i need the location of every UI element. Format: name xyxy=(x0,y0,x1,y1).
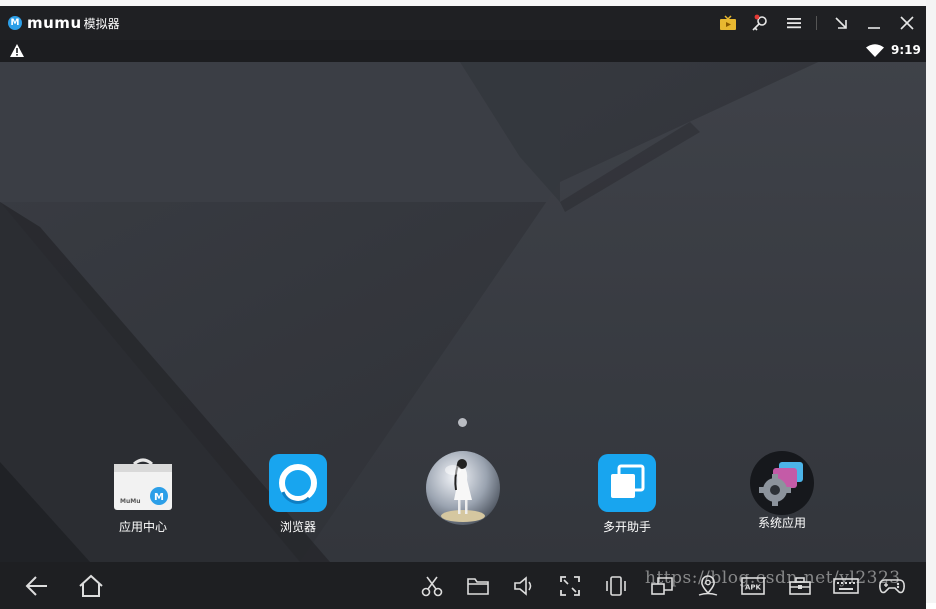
app-label: 多开助手 xyxy=(602,520,651,534)
app-name: mumu xyxy=(27,14,82,32)
shrink-icon[interactable] xyxy=(829,12,853,34)
key-icon[interactable] xyxy=(748,12,772,34)
svg-text:MuMu: MuMu xyxy=(120,498,140,505)
page-indicator-dot[interactable] xyxy=(458,418,467,427)
character-globe-icon xyxy=(424,450,502,528)
rotate-icon[interactable] xyxy=(602,573,630,599)
volume-icon[interactable] xyxy=(510,573,538,599)
wifi-icon xyxy=(866,44,884,57)
scissors-icon[interactable] xyxy=(418,573,446,599)
folder-icon[interactable] xyxy=(464,573,492,599)
app-character-globe[interactable] xyxy=(413,450,513,528)
home-icon[interactable] xyxy=(77,573,105,599)
minimize-icon[interactable] xyxy=(862,12,886,34)
watermark-text: https://blog.csdn.net/yl2323 xyxy=(645,568,901,588)
emulator-window: M mumu 模拟器 9:19 M MuMu 应用中心 浏览器 多开助手 系统应… xyxy=(0,6,926,609)
app-center-icon: M MuMu xyxy=(114,454,172,512)
tv-icon[interactable] xyxy=(716,12,740,34)
app-logo: M mumu 模拟器 xyxy=(8,13,120,33)
android-status-bar: 9:19 xyxy=(0,40,926,62)
app-app-center[interactable]: M MuMu 应用中心 xyxy=(93,454,193,535)
title-bar: M mumu 模拟器 xyxy=(0,6,926,40)
close-icon[interactable] xyxy=(895,12,919,34)
logo-badge-icon: M xyxy=(8,16,22,30)
multi-open-icon xyxy=(598,454,656,512)
background-window-strip xyxy=(926,0,936,603)
status-clock: 9:19 xyxy=(891,43,921,57)
menu-icon[interactable] xyxy=(782,12,806,34)
fullscreen-icon[interactable] xyxy=(556,573,584,599)
app-label: 浏览器 xyxy=(279,520,316,534)
app-system-apps[interactable]: 系统应用 xyxy=(732,450,832,531)
app-label: 应用中心 xyxy=(118,520,167,534)
warning-icon xyxy=(10,44,24,57)
svg-text:M: M xyxy=(154,492,164,503)
app-browser[interactable]: 浏览器 xyxy=(248,454,348,535)
app-name-suffix: 模拟器 xyxy=(83,16,120,31)
browser-icon xyxy=(269,454,327,512)
app-label: 系统应用 xyxy=(757,516,806,530)
titlebar-divider xyxy=(816,16,817,30)
back-icon[interactable] xyxy=(23,573,51,599)
app-multi-open[interactable]: 多开助手 xyxy=(577,454,677,535)
system-apps-icon xyxy=(749,450,815,516)
